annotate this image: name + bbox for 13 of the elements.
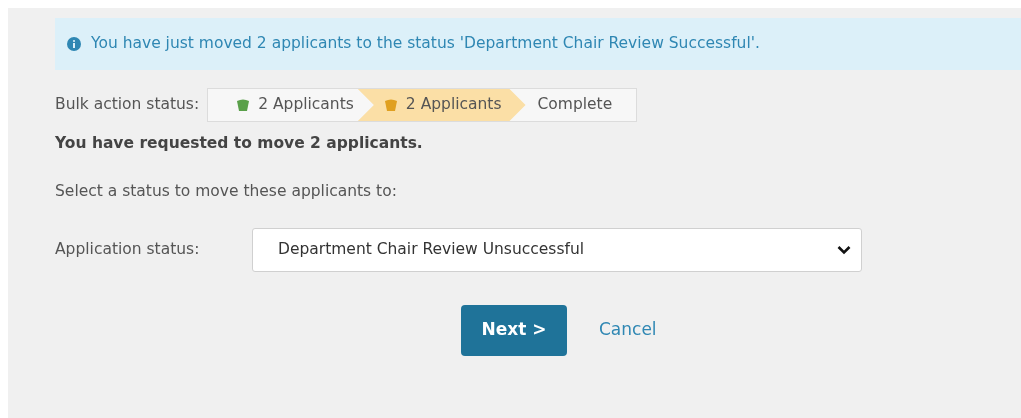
- status-select[interactable]: Department Chair Review Unsuccessful: [252, 227, 862, 272]
- cancel-link[interactable]: Cancel: [599, 317, 657, 343]
- progress-step: 2 Applicants: [357, 89, 526, 121]
- next-button[interactable]: Next >: [461, 304, 567, 356]
- application-status-label: Application status:: [55, 238, 201, 260]
- bucket-icon: [236, 98, 251, 112]
- bulk-status-label: Bulk action status:: [55, 94, 200, 116]
- chevron-down-icon: [837, 244, 851, 255]
- instruction-text: Select a status to move these applicants to:: [55, 181, 398, 203]
- alert-message: You have just moved 2 applicants to the status 'Department Chair Review Successful'.: [91, 33, 760, 55]
- bucket-icon: [383, 98, 398, 112]
- request-text: You have requested to move 2 applicants.: [55, 133, 424, 154]
- info-icon: [67, 37, 81, 51]
